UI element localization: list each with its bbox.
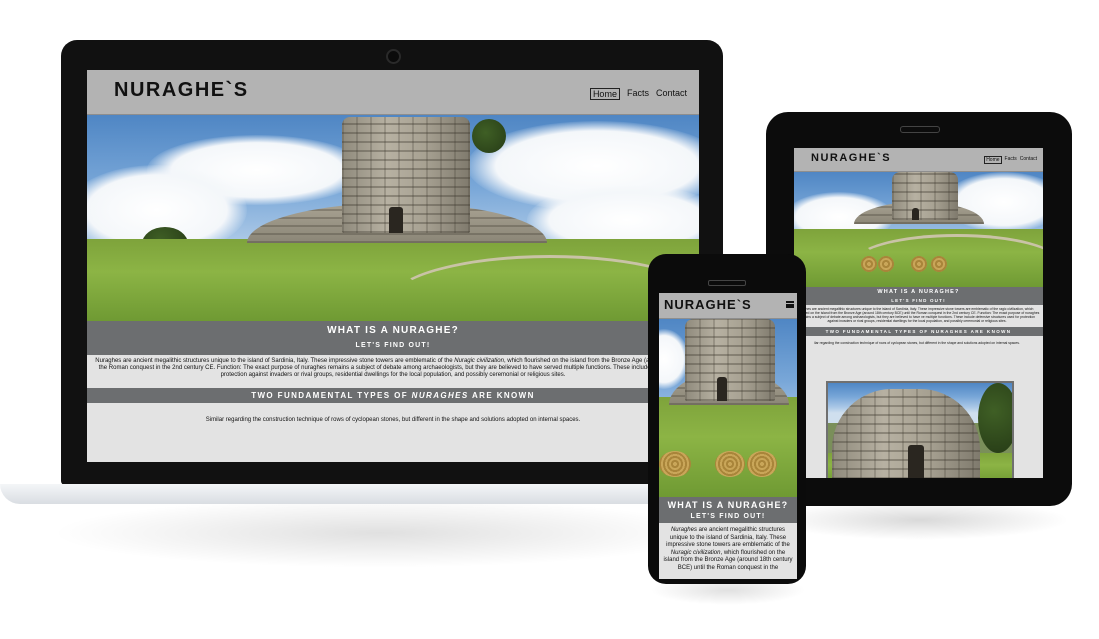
section-what-subheading: LET'S FIND OUT! <box>87 339 699 355</box>
laptop-base <box>0 484 760 504</box>
phone-site-header: NURAGHE`S <box>659 293 797 319</box>
tablet-screen: NURAGHE`S Home Facts Contact WHAT IS A N… <box>794 148 1043 478</box>
phone-screen: NURAGHE`S WHAT IS A NURAGHE? LET'S FIND … <box>659 293 797 579</box>
site-header: NURAGHE`S Home Facts Contact <box>87 70 699 115</box>
section-what-heading: WHAT IS A NURAGHE? <box>87 321 699 339</box>
tablet-site-brand[interactable]: NURAGHE`S <box>811 152 891 164</box>
laptop-shadow <box>50 498 710 568</box>
speaker-icon <box>900 126 940 133</box>
site-nav: Home Facts Contact <box>589 88 687 100</box>
phone-hero-image <box>659 319 797 497</box>
tablet-shadow <box>770 500 1070 540</box>
section-what-paragraph: Nuraghes are ancient megalithic structur… <box>95 358 691 378</box>
section-types-paragraph: Similar regarding the construction techn… <box>205 417 581 423</box>
tablet-hero-image <box>794 172 1043 287</box>
phone-section-what-subheading: LET'S FIND OUT! <box>659 511 797 523</box>
tablet-nav-home-link[interactable]: Home <box>984 156 1002 164</box>
tablet-section-what-subheading: LET'S FIND OUT! <box>794 296 1043 305</box>
tablet-site-nav: Home Facts Contact <box>984 156 1037 164</box>
tablet-nav-facts-link[interactable]: Facts <box>1005 156 1017 164</box>
speaker-icon <box>708 280 746 286</box>
phone-section-what-heading: WHAT IS A NURAGHE? <box>659 497 797 511</box>
tablet-nav-contact-link[interactable]: Contact <box>1020 156 1037 164</box>
laptop-screen: NURAGHE`S Home Facts Contact WHAT IS A N… <box>87 70 699 462</box>
hamburger-menu-icon[interactable] <box>786 301 794 308</box>
tablet-section-types-heading: TWO FUNDAMENTAL TYPES OF NURAGHES ARE KN… <box>794 327 1043 336</box>
tablet-site-header: NURAGHE`S Home Facts Contact <box>794 148 1043 172</box>
nav-facts-link[interactable]: Facts <box>627 88 649 100</box>
nav-contact-link[interactable]: Contact <box>656 88 687 100</box>
tablet-section-what-heading: WHAT IS A NURAGHE? <box>794 287 1043 296</box>
phone-site-brand[interactable]: NURAGHE`S <box>664 297 752 312</box>
tablet-nuraghe-photo <box>826 381 1014 478</box>
hero-image <box>87 115 699 321</box>
tablet-section-types-paragraph: ilar regarding the construction techniqu… <box>814 341 1020 345</box>
nav-home-link[interactable]: Home <box>589 88 620 100</box>
camera-icon <box>386 49 401 64</box>
tablet-section-what-paragraph: raghes are ancient megalithic structures… <box>794 307 1040 323</box>
site-brand[interactable]: NURAGHE`S <box>114 79 249 102</box>
section-types-heading: TWO FUNDAMENTAL TYPES OF NURAGHES ARE KN… <box>87 388 699 403</box>
phone-section-what-paragraph: Nuraghes are ancient megalithic structur… <box>663 527 793 571</box>
